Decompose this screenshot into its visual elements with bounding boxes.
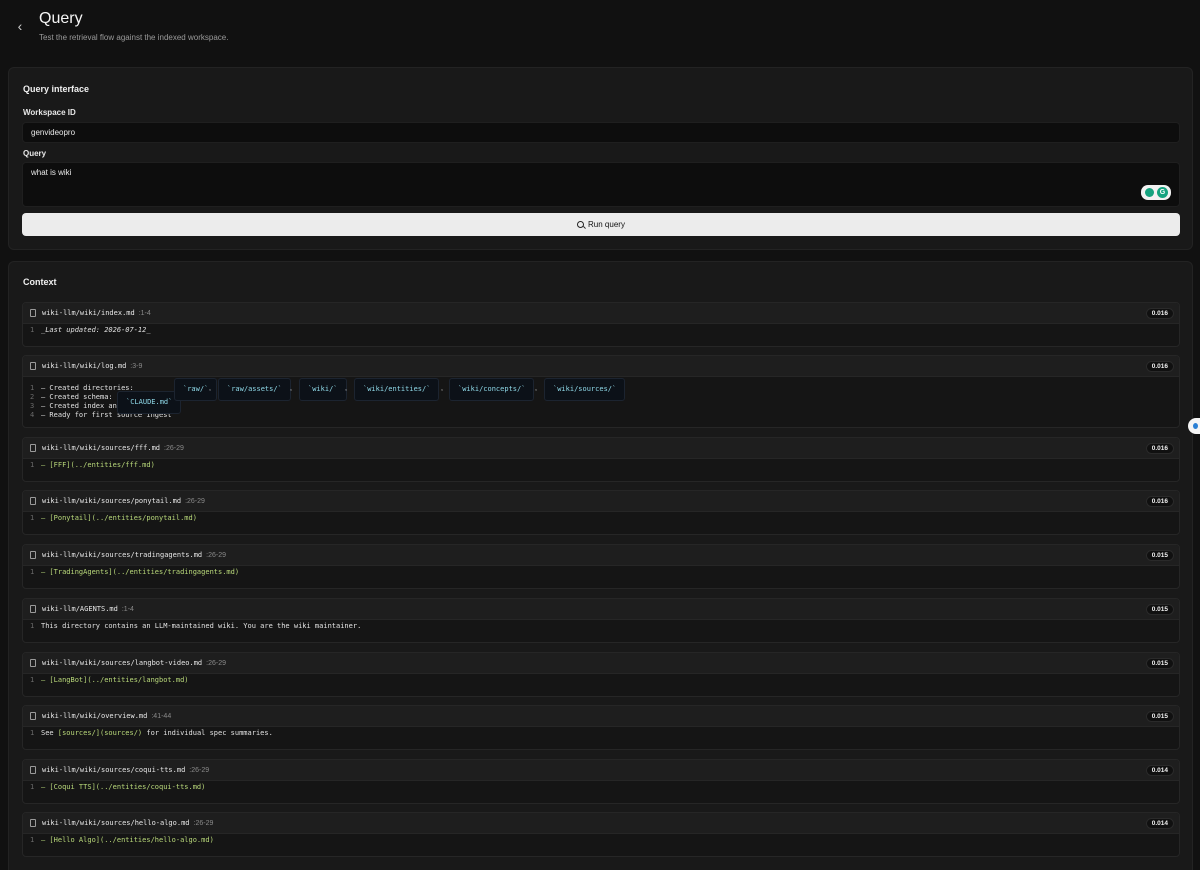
query-textarea[interactable]: what is wiki G (22, 162, 1180, 207)
inline-link: [sources/](sources/) (57, 729, 143, 737)
context-result[interactable]: wiki-llm/wiki/sources/fff.md:26-29 0.016… (22, 437, 1180, 482)
file-icon (30, 766, 36, 774)
query-label: Query (23, 149, 47, 158)
file-icon (30, 497, 36, 505)
file-icon (30, 605, 36, 613)
score-badge: 0.015 (1145, 658, 1174, 669)
page-title: Query (39, 10, 83, 27)
score-badge: 0.016 (1145, 308, 1174, 319)
code-snippet: 1– [Coqui TTS](../entities/coqui-tts.md) (30, 783, 206, 791)
score-badge: 0.016 (1145, 361, 1174, 372)
result-header: wiki-llm/wiki/index.md:1-4 0.016 (23, 303, 1179, 324)
run-query-button[interactable]: Run query (22, 213, 1180, 236)
context-result[interactable]: wiki-llm/wiki/index.md:1-4 0.016 1 _Last … (22, 302, 1180, 347)
file-icon (30, 712, 36, 720)
code-snippet: 1– [FFF](../entities/fff.md) (30, 461, 155, 469)
result-header: wiki-llm/wiki/sources/ponytail.md:26-29 … (23, 491, 1179, 512)
extension-droplet-icon[interactable] (1188, 418, 1200, 434)
result-header: wiki-llm/wiki/log.md:3-9 0.016 (23, 356, 1179, 377)
code-snippet: 1– [Ponytail](../entities/ponytail.md) (30, 514, 197, 522)
code-text: _Last updated: 2026-07-12_ (41, 326, 151, 334)
code-snippet: 1 _Last updated: 2026-07-12_ (23, 326, 1179, 335)
context-result[interactable]: wiki-llm/wiki/sources/ponytail.md:26-29 … (22, 490, 1180, 535)
context-card: Context wiki-llm/wiki/index.md:1-4 0.016… (8, 261, 1193, 870)
line-number: 1 (30, 326, 35, 334)
context-result[interactable]: wiki-llm/wiki/overview.md:41-44 0.015 1S… (22, 705, 1180, 750)
line-range: :1-4 (138, 310, 151, 317)
code-snippet: 1 This directory contains an LLM-maintain… (30, 622, 362, 630)
file-icon (30, 444, 36, 452)
context-title: Context (23, 277, 57, 287)
result-path: wiki-llm/AGENTS.md:1-4 (42, 605, 134, 613)
code-snippet: 1 See [sources/](sources/) for individual… (30, 729, 273, 737)
file-icon (30, 819, 36, 827)
query-text: what is wiki (31, 168, 72, 177)
code-snippet: 1– [TradingAgents](../entities/tradingag… (30, 568, 240, 576)
context-result[interactable]: wiki-llm/wiki/sources/coqui-tts.md:26-29… (22, 759, 1180, 804)
code-chip: `wiki/concepts/` (449, 378, 535, 401)
result-path: wiki-llm/wiki/overview.md:41-44 (42, 712, 172, 720)
result-header: wiki-llm/wiki/sources/tradingagents.md:2… (23, 545, 1179, 566)
file-icon (30, 362, 36, 370)
grammarly-g-icon: G (1157, 187, 1168, 198)
code-chip: `raw/assets/` (218, 378, 291, 401)
result-path: wiki-llm/wiki/log.md:3-9 (42, 362, 143, 370)
file-icon (30, 659, 36, 667)
score-badge: 0.016 (1145, 443, 1174, 454)
code-snippet: 1– [Hello Algo](../entities/hello-algo.m… (30, 836, 214, 844)
result-path: wiki-llm/wiki/sources/ponytail.md:26-29 (42, 497, 205, 505)
code-snippet: 1– [LangBot](../entities/langbot.md) (30, 676, 189, 684)
grammarly-location-icon (1145, 188, 1154, 197)
result-path: wiki-llm/wiki/sources/tradingagents.md:2… (42, 551, 227, 559)
score-badge: 0.016 (1145, 496, 1174, 507)
result-header: wiki-llm/wiki/sources/langbot-video.md:2… (23, 653, 1179, 674)
result-header: wiki-llm/wiki/sources/coqui-tts.md:26-29… (23, 760, 1179, 781)
code-chip: `wiki/sources/` (544, 378, 626, 401)
query-card-title: Query interface (23, 84, 90, 94)
code-chip: `wiki/` (299, 378, 347, 401)
result-path: wiki-llm/wiki/sources/fff.md:26-29 (42, 444, 184, 452)
workspace-label: Workspace ID (23, 108, 76, 117)
score-badge: 0.015 (1145, 604, 1174, 615)
result-header: wiki-llm/wiki/overview.md:41-44 0.015 (23, 706, 1179, 727)
line-range: :3-9 (130, 363, 143, 370)
result-path: wiki-llm/wiki/sources/langbot-video.md:2… (42, 659, 227, 667)
result-path: wiki-llm/wiki/sources/hello-algo.md:26-2… (42, 819, 214, 827)
context-result[interactable]: wiki-llm/AGENTS.md:1-4 0.015 1 This direc… (22, 598, 1180, 643)
page-subtitle: Test the retrieval flow against the inde… (39, 33, 229, 42)
workspace-input[interactable]: genvideopro (22, 122, 1180, 143)
context-result[interactable]: wiki-llm/wiki/log.md:3-9 0.016 1– Create… (22, 355, 1180, 428)
context-result[interactable]: wiki-llm/wiki/sources/hello-algo.md:26-2… (22, 812, 1180, 857)
context-result[interactable]: wiki-llm/wiki/sources/tradingagents.md:2… (22, 544, 1180, 589)
back-icon[interactable]: ‹ (12, 18, 28, 34)
code-chip: `wiki/entities/` (354, 378, 440, 401)
run-query-label: Run query (588, 220, 625, 229)
score-badge: 0.014 (1145, 818, 1174, 829)
grammarly-icon[interactable]: G (1141, 185, 1171, 200)
code-chip: `CLAUDE.md` (117, 391, 182, 414)
score-badge: 0.014 (1145, 765, 1174, 776)
result-header: wiki-llm/AGENTS.md:1-4 0.015 (23, 599, 1179, 620)
search-icon (577, 221, 585, 228)
file-icon (30, 309, 36, 317)
result-path: wiki-llm/wiki/index.md:1-4 (42, 309, 151, 317)
inline-code-chips: `CLAUDE.md` `raw/` , `raw/assets/` , `wi… (23, 378, 1179, 414)
page-header: ‹ Query Test the retrieval flow against … (0, 0, 1200, 60)
result-path: wiki-llm/wiki/sources/coqui-tts.md:26-29 (42, 766, 210, 774)
file-icon (30, 551, 36, 559)
context-result[interactable]: wiki-llm/wiki/sources/langbot-video.md:2… (22, 652, 1180, 697)
score-badge: 0.015 (1145, 711, 1174, 722)
result-header: wiki-llm/wiki/sources/hello-algo.md:26-2… (23, 813, 1179, 834)
result-header: wiki-llm/wiki/sources/fff.md:26-29 0.016 (23, 438, 1179, 459)
score-badge: 0.015 (1145, 550, 1174, 561)
query-interface-card: Query interface Workspace ID genvideopro… (8, 67, 1193, 250)
